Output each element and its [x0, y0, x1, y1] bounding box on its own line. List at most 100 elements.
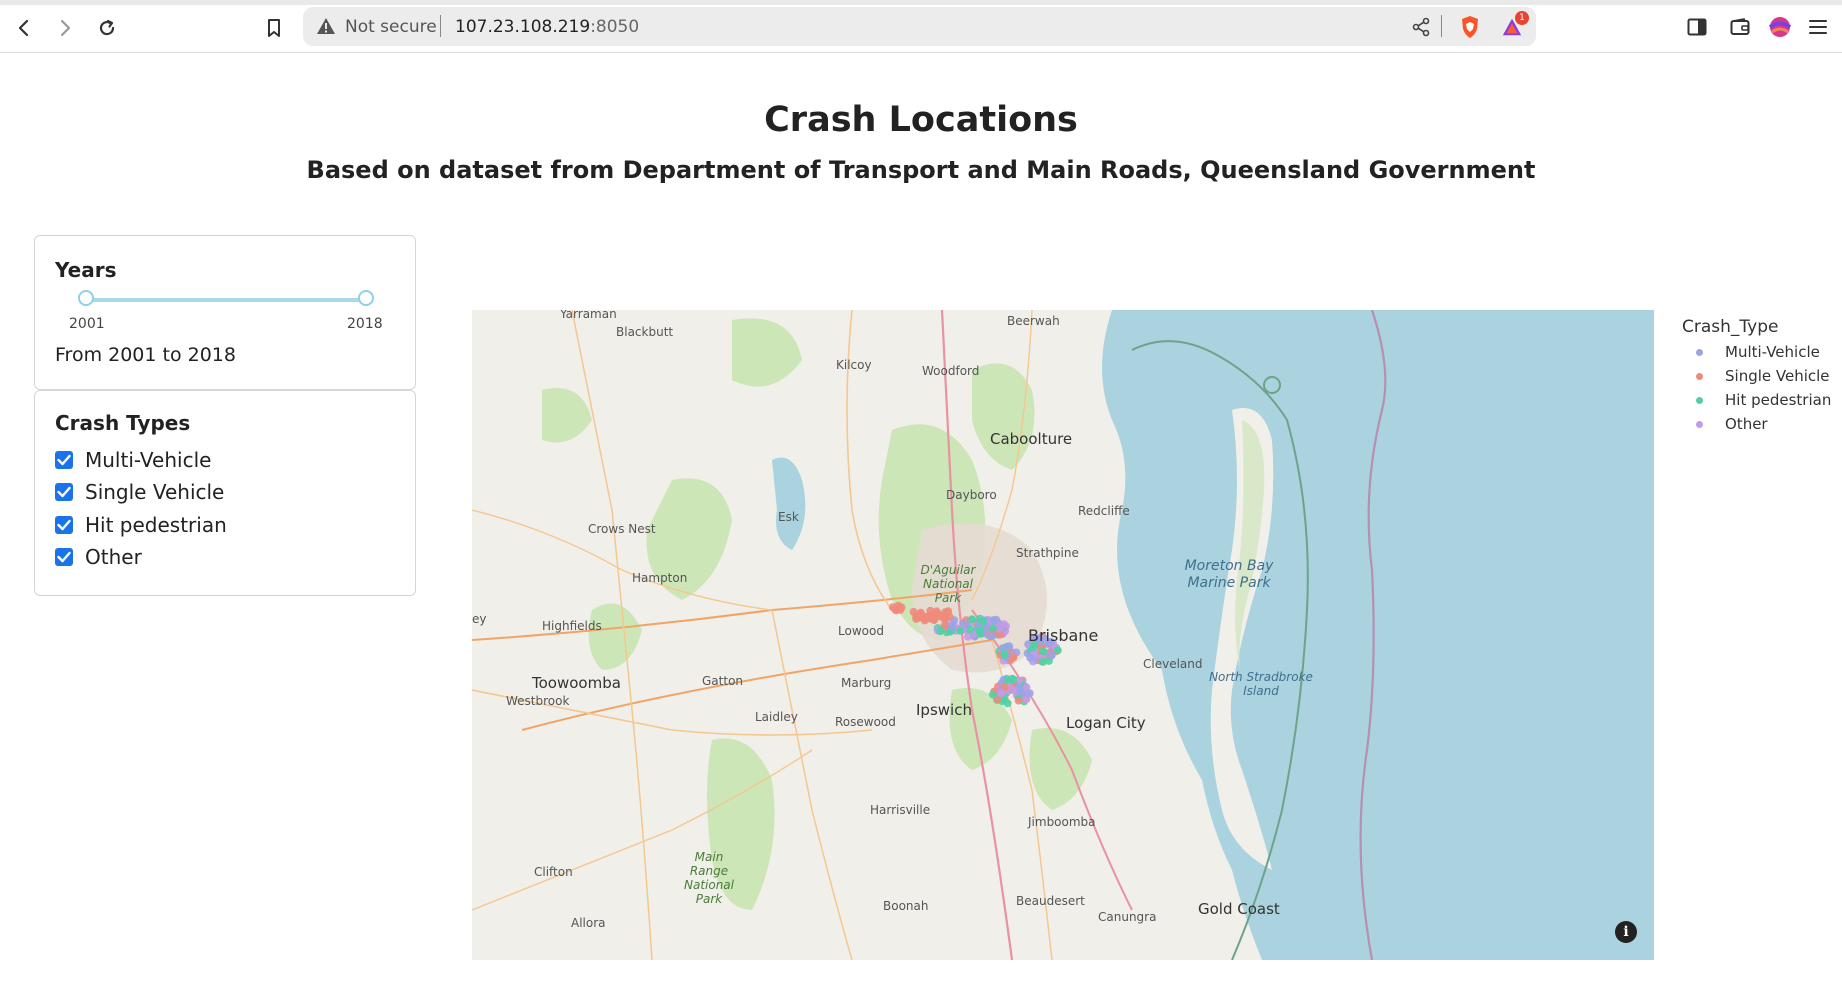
crash-point[interactable]	[1005, 642, 1014, 651]
checkbox-checked-icon[interactable]	[55, 483, 73, 501]
security-status[interactable]: Not secure	[345, 17, 437, 37]
legend-item-single-vehicle[interactable]: Single Vehicle	[1696, 367, 1830, 385]
crash-point[interactable]	[1014, 696, 1023, 705]
checkbox-checked-icon[interactable]	[55, 451, 73, 469]
crash-point[interactable]	[888, 603, 897, 612]
map-label-beerwah: Beerwah	[1007, 314, 1060, 328]
checkbox-hit-pedestrian[interactable]: Hit pedestrian	[55, 512, 227, 538]
map-label-esk: Esk	[778, 510, 799, 524]
crash-point[interactable]	[1016, 687, 1025, 696]
profile-avatar[interactable]	[1767, 14, 1793, 40]
map-label-harrisville: Harrisville	[870, 803, 931, 817]
year-slider-end-handle[interactable]	[358, 290, 374, 306]
legend-item-hit-pedestrian[interactable]: Hit pedestrian	[1696, 391, 1831, 409]
bookmark-icon[interactable]	[260, 14, 288, 42]
checkbox-label[interactable]: Other	[85, 545, 142, 569]
address-bar[interactable]: Not secure 107.23.108.219:8050 1	[303, 7, 1536, 46]
legend-item-multi-vehicle[interactable]: Multi-Vehicle	[1696, 343, 1820, 361]
crash-point[interactable]	[1003, 699, 1012, 708]
checkbox-label[interactable]: Single Vehicle	[85, 480, 224, 504]
crash-point[interactable]	[1047, 651, 1056, 660]
url-host: 107.23.108.219	[455, 17, 591, 37]
crash-point[interactable]	[909, 607, 918, 616]
url-text[interactable]: 107.23.108.219:8050	[455, 17, 639, 37]
crash-point[interactable]	[1009, 653, 1018, 662]
map-label-jimboomba: Jimboomba	[1028, 815, 1096, 829]
share-icon[interactable]	[1410, 16, 1432, 38]
checkbox-checked-icon[interactable]	[55, 548, 73, 566]
browser-toolbar: Not secure 107.23.108.219:8050 1	[0, 0, 1842, 53]
map-label-highfields: Highfields	[542, 619, 602, 633]
legend-marker	[1696, 372, 1703, 380]
map-label-clifton: Clifton	[534, 865, 573, 879]
map-label-logan-city: Logan City	[1066, 714, 1146, 732]
address-divider-right	[1441, 15, 1442, 37]
crash-point[interactable]	[988, 624, 997, 633]
year-slider-start-handle[interactable]	[78, 290, 94, 306]
crash-point[interactable]	[1038, 657, 1047, 666]
back-icon[interactable]	[10, 14, 38, 42]
legend-item-other[interactable]: Other	[1696, 415, 1768, 433]
map-label-brisbane: Brisbane	[1028, 626, 1099, 645]
crash-point[interactable]	[988, 690, 997, 699]
sidebar-icon[interactable]	[1684, 14, 1710, 40]
map-label-lowood: Lowood	[838, 624, 884, 638]
reload-icon[interactable]	[93, 14, 121, 42]
crash-point[interactable]	[1039, 647, 1048, 656]
map-label-gatton: Gatton	[702, 674, 744, 688]
crash-point[interactable]	[956, 626, 965, 635]
crash-point[interactable]	[961, 620, 970, 629]
crash-point[interactable]	[989, 616, 998, 625]
crash-point[interactable]	[997, 689, 1006, 698]
map-label-dayboro: Dayboro	[946, 488, 997, 502]
crash-types-title: Crash Types	[55, 411, 191, 435]
checkbox-checked-icon[interactable]	[55, 516, 73, 534]
wallet-icon[interactable]	[1727, 14, 1753, 40]
crash-types-card: Crash Types Multi-Vehicle Single Vehicle…	[34, 390, 416, 596]
menu-icon[interactable]	[1805, 14, 1831, 40]
year-range-slider-track[interactable]	[86, 298, 366, 302]
brave-shield-icon[interactable]	[1459, 16, 1481, 38]
map-label-gold-coast: Gold Coast	[1198, 900, 1280, 918]
legend-marker	[1696, 420, 1703, 428]
checkbox-multi-vehicle[interactable]: Multi-Vehicle	[55, 447, 211, 473]
checkbox-single-vehicle[interactable]: Single Vehicle	[55, 479, 224, 505]
forward-icon[interactable]	[51, 14, 79, 42]
map-attribution-info-button[interactable]: i	[1615, 921, 1637, 943]
crash-map[interactable]: Yarraman Blackbutt Beerwah Kilcoy Woodfo…	[472, 310, 1654, 960]
years-card: Years 2001 2018 From 2001 to 2018	[34, 235, 416, 390]
legend-marker	[1696, 348, 1703, 356]
checkbox-label[interactable]: Multi-Vehicle	[85, 448, 211, 472]
legend-label: Other	[1725, 415, 1768, 433]
legend-marker	[1696, 396, 1703, 404]
crash-point[interactable]	[936, 627, 945, 636]
map-label-westbrook: Westbrook	[506, 694, 570, 708]
map-label-boonah: Boonah	[883, 899, 929, 913]
crash-point[interactable]	[1003, 676, 1012, 685]
crash-point[interactable]	[999, 620, 1008, 629]
page-title: Crash Locations	[764, 100, 1078, 140]
crash-point[interactable]	[1000, 649, 1009, 658]
legend-title: Crash_Type	[1682, 317, 1779, 337]
crash-point[interactable]	[943, 608, 952, 617]
crash-point[interactable]	[1025, 689, 1034, 698]
crash-point[interactable]	[1053, 646, 1062, 655]
crash-point[interactable]	[987, 632, 996, 641]
legend-label: Hit pedestrian	[1725, 391, 1832, 409]
checkbox-other[interactable]: Other	[55, 544, 142, 570]
crash-point[interactable]	[924, 613, 933, 622]
legend-label: Single Vehicle	[1725, 367, 1830, 385]
map-label-main-range: Main Range National Park	[683, 850, 734, 906]
crash-point[interactable]	[968, 615, 977, 624]
crash-point[interactable]	[948, 623, 957, 631]
warning-icon[interactable]	[316, 17, 336, 39]
crash-point[interactable]	[1026, 653, 1035, 662]
map-label-toowoomba: Toowoomba	[532, 674, 621, 692]
map-label-caboolture: Caboolture	[990, 430, 1073, 448]
checkbox-label[interactable]: Hit pedestrian	[85, 513, 227, 537]
map-label-marburg: Marburg	[841, 676, 892, 690]
crash-point[interactable]	[974, 626, 983, 635]
crash-point[interactable]	[912, 614, 921, 623]
map-label-daguilar: D'Aguilar National Park	[920, 563, 976, 605]
map-label-laidley: Laidley	[755, 710, 798, 724]
